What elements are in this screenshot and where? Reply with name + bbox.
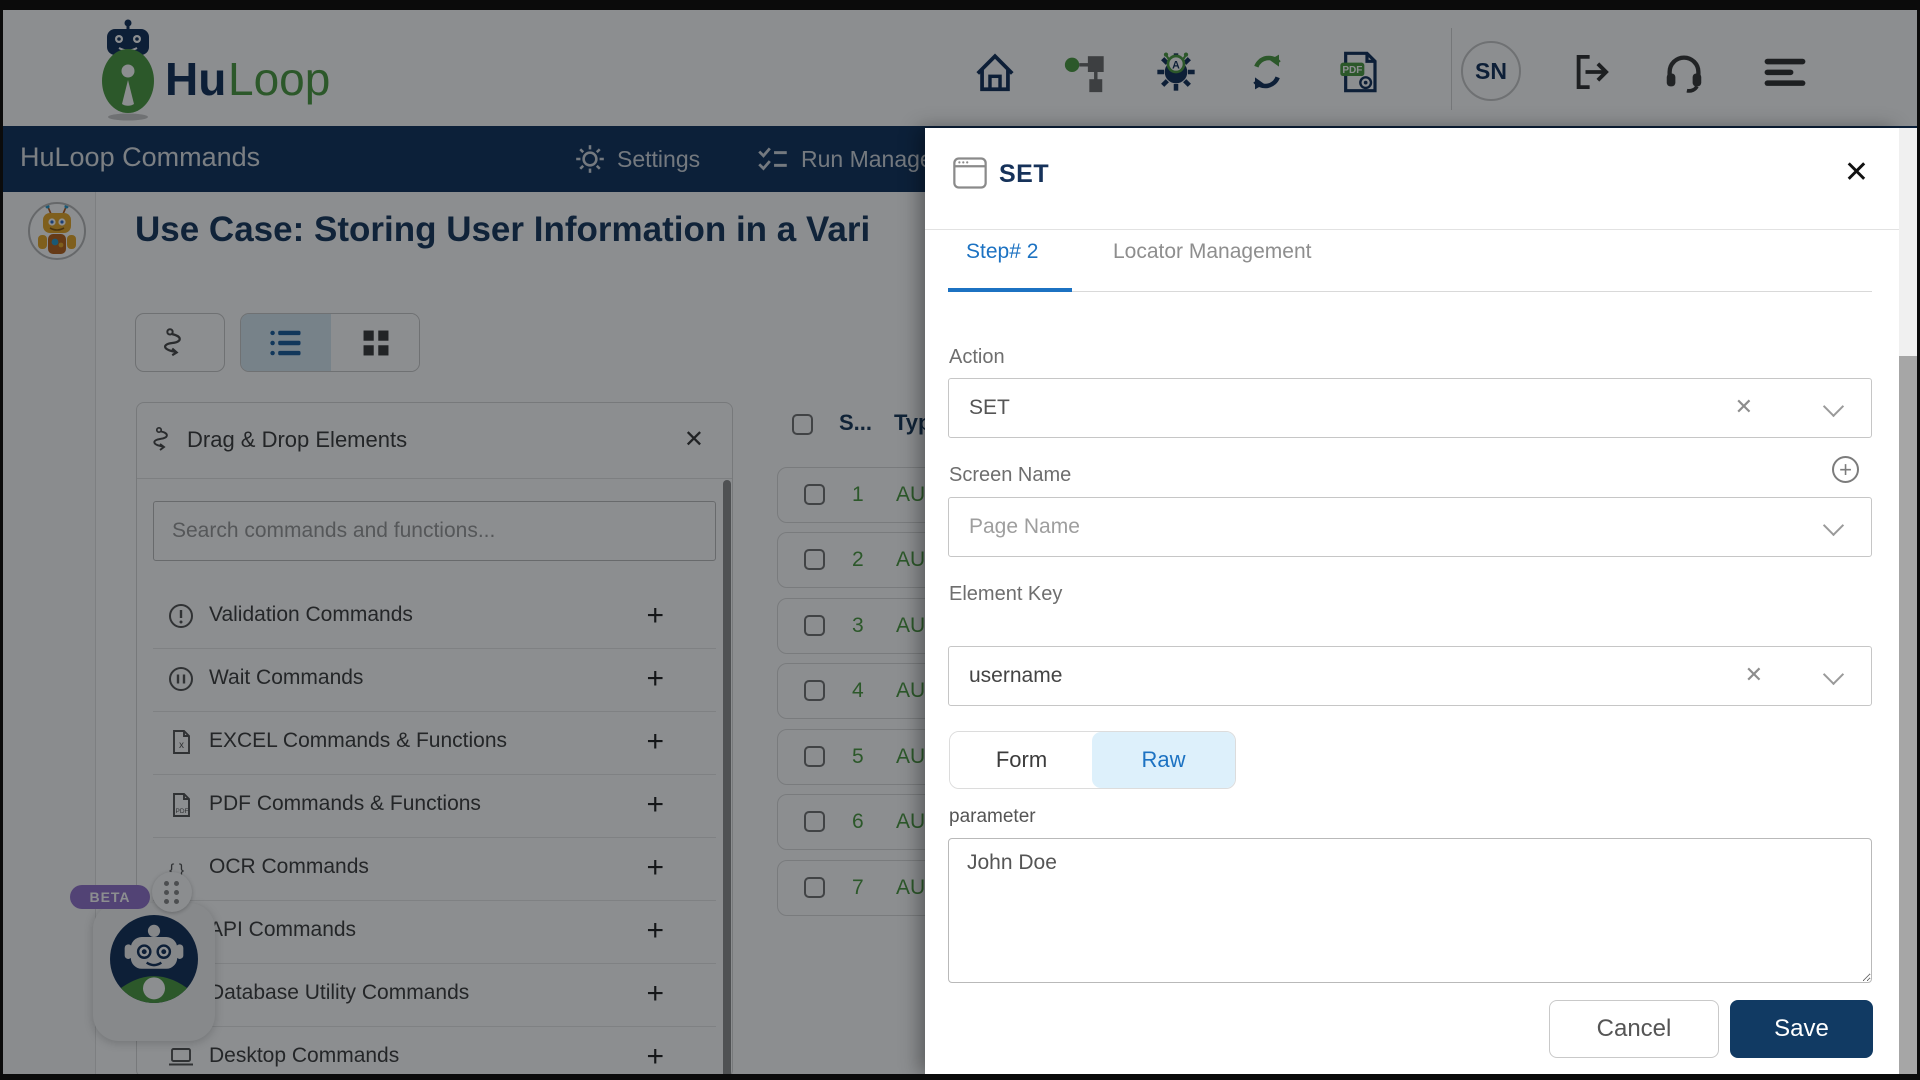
element-key-value: username — [969, 664, 1063, 687]
set-step-drawer: SET ✕ Step# 2 Locator Management Action … — [925, 128, 1899, 1074]
action-value: SET — [969, 396, 1010, 419]
add-screen-icon[interactable]: + — [1832, 456, 1859, 483]
window-frame-bottom — [0, 1074, 1920, 1080]
tab-step[interactable]: Step# 2 — [966, 240, 1038, 264]
page-scrollbar-thumb[interactable] — [1899, 356, 1917, 1074]
screen-name-label: Screen Name — [949, 464, 1072, 486]
action-chevron-down-icon[interactable] — [1822, 395, 1845, 418]
drawer-title: SET — [999, 160, 1050, 188]
raw-mode-button[interactable]: Raw — [1092, 732, 1235, 788]
element-key-chevron-down-icon[interactable] — [1822, 663, 1845, 686]
element-key-clear-icon[interactable]: ✕ — [1745, 664, 1763, 686]
tab-underline-track — [948, 291, 1872, 292]
drawer-close-icon[interactable]: ✕ — [1844, 158, 1869, 188]
save-button[interactable]: Save — [1730, 1000, 1873, 1058]
parameter-label: parameter — [949, 806, 1036, 827]
form-mode-button[interactable]: Form — [950, 732, 1093, 788]
tab-locator-management[interactable]: Locator Management — [1113, 240, 1311, 264]
add-screen-plus: + — [1839, 456, 1852, 482]
action-label: Action — [949, 346, 1005, 368]
drawer-header: SET ✕ — [925, 128, 1899, 230]
app-window: Hu Loop A PDF SN HuLoop Commands Setting… — [0, 0, 1920, 1080]
action-select[interactable]: SET ✕ — [948, 378, 1872, 438]
screen-name-placeholder: Page Name — [969, 515, 1080, 538]
cancel-button[interactable]: Cancel — [1549, 1000, 1719, 1058]
value-mode-toggle: Form Raw — [949, 731, 1236, 789]
window-icon — [953, 157, 987, 189]
window-frame-left — [0, 0, 3, 1080]
screen-name-chevron-down-icon[interactable] — [1822, 514, 1845, 537]
active-tab-indicator — [948, 288, 1072, 292]
element-key-label: Element Key — [949, 583, 1063, 605]
element-key-select[interactable]: username ✕ — [948, 646, 1872, 706]
screen-name-select[interactable]: Page Name — [948, 497, 1872, 557]
action-clear-icon[interactable]: ✕ — [1735, 396, 1753, 418]
parameter-textarea[interactable]: John Doe — [948, 838, 1872, 983]
window-frame-top — [0, 0, 1920, 10]
